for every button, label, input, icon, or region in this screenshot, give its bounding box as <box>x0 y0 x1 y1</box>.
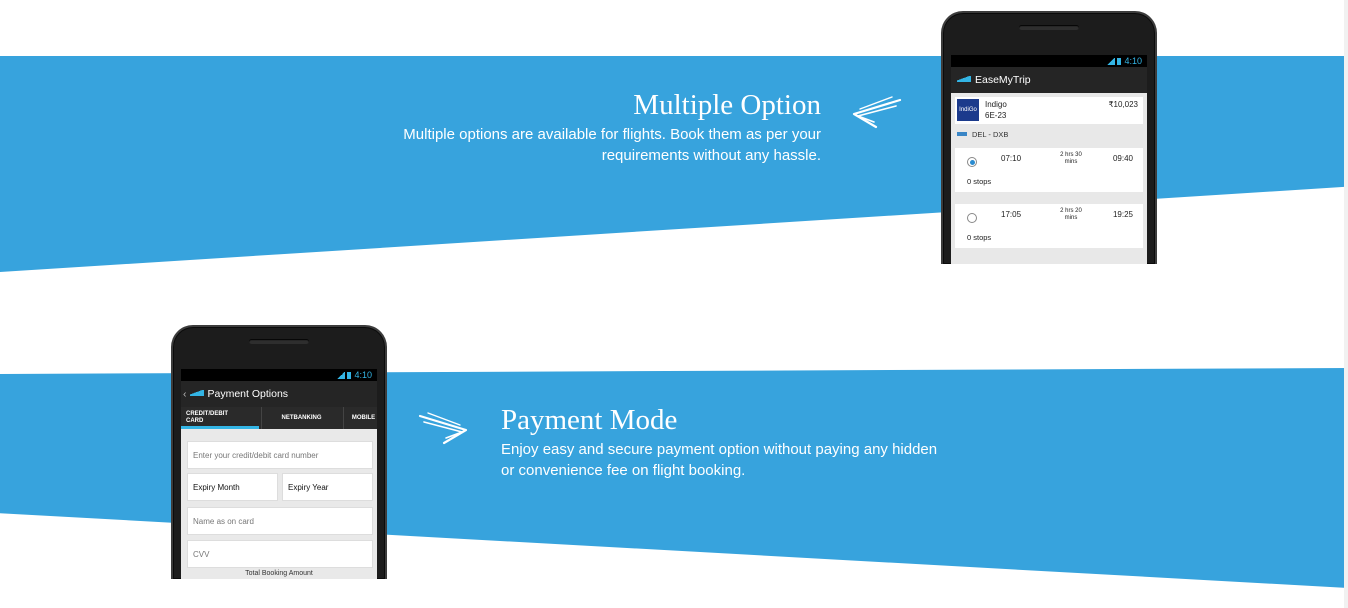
flight-duration: 2 hrs 30 mins <box>1060 152 1082 165</box>
status-bar: 4:10 <box>181 369 377 381</box>
flight-duration: 2 hrs 20 mins <box>1060 208 1082 221</box>
departure-time: 07:10 <box>1001 154 1022 163</box>
status-bar: 4:10 <box>951 55 1147 67</box>
phone-screen: 4:10 EaseMyTrip IndiGo Indigo 6E-23 ₹10,… <box>951 55 1147 264</box>
total-booking-amount-label: Total Booking Amount <box>245 570 313 577</box>
app-action-bar: EaseMyTrip <box>951 67 1147 93</box>
card-number-input[interactable]: Enter your credit/debit card number <box>187 441 373 469</box>
card-name-input[interactable]: Name as on card <box>187 507 373 535</box>
battery-icon <box>347 372 352 379</box>
app-action-bar: ‹ Payment Options <box>181 381 377 407</box>
payment-tabs: CREDIT/DEBIT CARD NETBANKING MOBILE <box>181 407 377 429</box>
phone-speaker <box>1019 25 1079 30</box>
page-scrollbar-track[interactable] <box>1344 0 1348 608</box>
phone-mockup-flight-options: 4:10 EaseMyTrip IndiGo Indigo 6E-23 ₹10,… <box>941 11 1157 264</box>
stops-count: 0 stops <box>967 177 992 186</box>
plane-icon <box>957 132 967 136</box>
battery-icon <box>1117 58 1122 65</box>
arrow-right-icon <box>418 412 468 445</box>
signal-icon <box>337 372 346 379</box>
tab-card[interactable]: CREDIT/DEBIT CARD <box>181 407 259 429</box>
flight-code: 6E-23 <box>985 111 1007 120</box>
easemytrip-logo-icon <box>189 390 204 396</box>
phone-screen: 4:10 ‹ Payment Options CREDIT/DEBIT CARD N… <box>181 369 377 579</box>
stops-count: 0 stops <box>967 233 992 242</box>
cvv-input[interactable]: CVV <box>187 540 373 568</box>
flight-price: ₹10,023 <box>1108 100 1138 109</box>
flight-option[interactable]: 07:10 2 hrs 30 mins 09:40 0 stops <box>955 148 1143 192</box>
expiry-month-select[interactable]: Expiry Month <box>187 473 278 501</box>
feature-title: Multiple Option <box>633 89 821 121</box>
signal-icon <box>1107 58 1116 65</box>
arrow-left-icon <box>852 96 902 129</box>
tab-mobile[interactable]: MOBILE <box>343 407 377 429</box>
flight-option[interactable]: 17:05 2 hrs 20 mins 19:25 0 stops <box>955 204 1143 248</box>
feature-description: Enjoy easy and secure payment option wit… <box>501 441 938 479</box>
departure-time: 17:05 <box>1001 210 1022 219</box>
app-name: EaseMyTrip <box>975 74 1031 86</box>
arrival-time: 19:25 <box>1112 210 1133 219</box>
feature-description: Multiple options are available for fligh… <box>403 126 821 164</box>
tab-netbanking[interactable]: NETBANKING <box>261 407 341 429</box>
feature-title: Payment Mode <box>501 404 678 436</box>
airline-name: Indigo <box>985 100 1007 109</box>
airline-logo: IndiGo <box>957 99 979 121</box>
expiry-year-select[interactable]: Expiry Year <box>282 473 373 501</box>
radio-unselected[interactable] <box>967 213 977 223</box>
arrival-time: 09:40 <box>1112 154 1133 163</box>
phone-mockup-payment: 4:10 ‹ Payment Options CREDIT/DEBIT CARD N… <box>171 325 387 579</box>
feature-multiple-option: Multiple Option Multiple options are ava… <box>330 88 821 166</box>
back-arrow-icon[interactable]: ‹ <box>183 388 187 400</box>
feature-payment-mode: Payment Mode Enjoy easy and secure payme… <box>501 403 1021 481</box>
flight-route: DEL - DXB <box>951 124 1147 144</box>
easemytrip-logo-icon <box>957 76 971 82</box>
phone-speaker <box>249 339 309 344</box>
radio-selected[interactable] <box>967 157 977 167</box>
screen-title: Payment Options <box>207 388 289 400</box>
flight-summary-card[interactable]: IndiGo Indigo 6E-23 ₹10,023 <box>955 97 1143 124</box>
